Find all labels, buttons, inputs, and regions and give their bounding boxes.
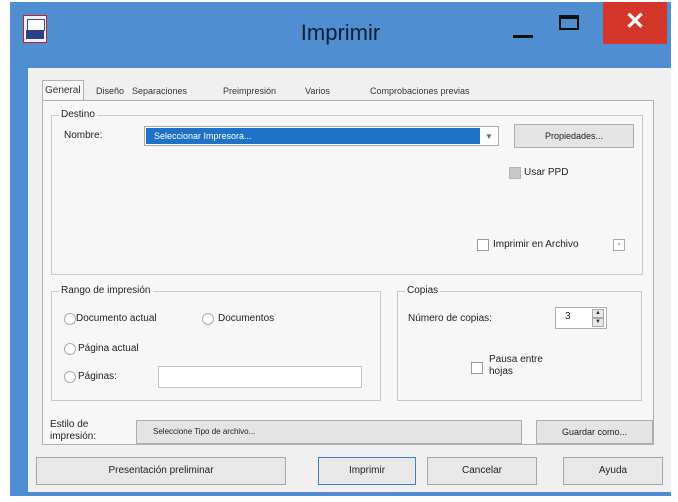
pausa-label-line1: Pausa entre xyxy=(489,354,543,365)
save-as-button[interactable]: Guardar como... xyxy=(536,420,653,444)
pausa-entre-hojas-checkbox[interactable] xyxy=(471,362,483,374)
copias-legend: Copias xyxy=(405,285,441,296)
close-button[interactable]: ✕ xyxy=(603,2,667,44)
tab-comprobaciones-previas[interactable]: Comprobaciones previas xyxy=(370,83,470,99)
close-icon: ✕ xyxy=(624,8,646,35)
print-to-file-checkbox[interactable] xyxy=(477,239,489,251)
tab-general[interactable]: General xyxy=(42,80,84,101)
documento-actual-label: Documento actual xyxy=(76,313,157,324)
usar-ppd-label: Usar PPD xyxy=(524,167,569,178)
tab-separaciones[interactable]: Separaciones xyxy=(132,83,187,99)
print-dialog-window: Imprimir ✕ General Diseño Separaciones P… xyxy=(10,2,671,496)
print-button[interactable]: Imprimir xyxy=(318,457,416,485)
copias-group: Copias Número de copias: 3 ▲ ▼ Pausa ent… xyxy=(397,285,642,401)
radio-pagina-actual[interactable] xyxy=(64,343,76,355)
documentos-label: Documentos xyxy=(218,313,275,324)
estilo-label-line1: Estilo de xyxy=(50,419,89,430)
general-tab-panel: Destino Nombre: Seleccionar Impresora...… xyxy=(42,100,654,445)
tab-diseno[interactable]: Diseño xyxy=(96,83,124,99)
preview-button[interactable]: Presentación preliminar xyxy=(36,457,286,485)
numero-copias-label: Número de copias: xyxy=(408,313,492,324)
printer-select-value: Seleccionar Impresora... xyxy=(146,128,480,144)
minimize-button[interactable] xyxy=(506,10,540,40)
pagina-actual-label: Página actual xyxy=(78,343,139,354)
spin-down-icon[interactable]: ▼ xyxy=(592,318,604,327)
dialog-client-area: General Diseño Separaciones Preimpresión… xyxy=(28,68,671,492)
print-style-select[interactable]: Seleccione Tipo de archivo... xyxy=(136,420,522,444)
rango-legend: Rango de impresión xyxy=(59,285,153,296)
tab-varios[interactable]: Varios xyxy=(305,83,330,99)
paginas-label: Páginas: xyxy=(78,371,117,382)
nombre-label: Nombre: xyxy=(64,130,103,141)
print-to-file-options-box[interactable]: ▫ xyxy=(613,239,625,251)
radio-documento-actual[interactable] xyxy=(64,313,76,325)
rango-impresion-group: Rango de impresión Documento actual Docu… xyxy=(51,285,381,401)
help-button[interactable]: Ayuda xyxy=(563,457,663,485)
properties-button[interactable]: Propiedades... xyxy=(514,124,634,148)
print-to-file-label: Imprimir en Archivo xyxy=(493,239,579,250)
radio-paginas[interactable] xyxy=(64,371,76,383)
copies-stepper[interactable]: 3 ▲ ▼ xyxy=(555,307,607,329)
tab-preimpresion[interactable]: Preimpresión xyxy=(223,83,276,99)
printer-select[interactable]: Seleccionar Impresora... ▼ xyxy=(144,126,499,146)
usar-ppd-checkbox[interactable] xyxy=(509,167,521,179)
destino-legend: Destino xyxy=(59,109,97,120)
maximize-icon xyxy=(559,15,579,30)
minimize-icon xyxy=(513,35,533,38)
spin-up-icon[interactable]: ▲ xyxy=(592,309,604,318)
destino-group: Destino Nombre: Seleccionar Impresora...… xyxy=(51,109,643,275)
estilo-label-line2: impresión: xyxy=(50,431,97,442)
paginas-input[interactable] xyxy=(158,366,362,388)
tab-strip: General Diseño Separaciones Preimpresión… xyxy=(42,80,662,101)
cancel-button[interactable]: Cancelar xyxy=(427,457,537,485)
title-bar[interactable]: Imprimir ✕ xyxy=(10,2,671,68)
pausa-label-line2: hojas xyxy=(489,366,513,377)
radio-documentos[interactable] xyxy=(202,313,214,325)
copies-value: 3 xyxy=(565,311,571,322)
maximize-button[interactable] xyxy=(554,10,588,40)
chevron-down-icon: ▼ xyxy=(485,132,493,141)
